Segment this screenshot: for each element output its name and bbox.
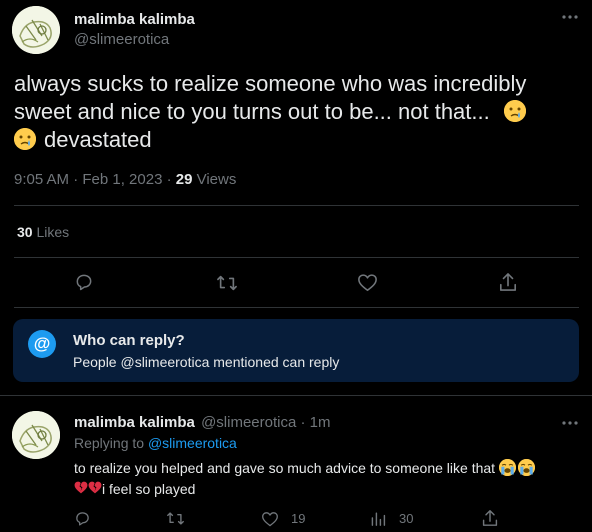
author-handle[interactable]: @slimeerotica bbox=[74, 31, 169, 48]
divider bbox=[14, 307, 579, 308]
tweet-timestamp[interactable]: 9:05 AM · Feb 1, 2023 · 29 Views bbox=[14, 171, 236, 188]
author-name[interactable]: malimba kalimba bbox=[74, 11, 195, 28]
who-can-reply-subtitle: People @slimeerotica mentioned can reply bbox=[73, 354, 340, 370]
likes-label: Likes bbox=[32, 224, 70, 240]
tweet-text-line: devastated bbox=[14, 126, 579, 154]
reply-text-line: i feel so played bbox=[74, 479, 584, 500]
reply-more-icon[interactable] bbox=[561, 420, 579, 426]
reply-author-name[interactable]: malimba kalimba bbox=[74, 414, 195, 431]
replying-to-link[interactable]: @slimeerotica bbox=[148, 435, 237, 451]
like-icon[interactable] bbox=[357, 273, 378, 292]
more-icon[interactable] bbox=[561, 14, 579, 20]
who-can-reply-title: Who can reply? bbox=[73, 332, 185, 349]
reply-like-icon[interactable] bbox=[261, 511, 279, 527]
who-can-reply-card: @ Who can reply? People @slimeerotica me… bbox=[13, 319, 579, 382]
reply-views-icon[interactable] bbox=[370, 510, 386, 526]
divider bbox=[14, 205, 579, 206]
tweet-text-line: always sucks to realize someone who was … bbox=[14, 71, 527, 96]
reply-text-line-part: i feel so played bbox=[102, 481, 196, 497]
loudly-crying-face-emoji bbox=[498, 459, 516, 476]
divider bbox=[0, 395, 592, 396]
at-icon: @ bbox=[28, 330, 56, 358]
reply-author-handle[interactable]: @slimeerotica bbox=[201, 414, 296, 431]
likes-stat[interactable]: 30 Likes bbox=[17, 224, 69, 240]
views-count: 29 bbox=[175, 171, 193, 188]
reply-views-count: 30 bbox=[399, 511, 414, 526]
reply-like-count: 19 bbox=[291, 511, 306, 526]
loudly-crying-face-emoji bbox=[517, 459, 535, 476]
tweet-time[interactable]: 9:05 AM · Feb 1, 2023 · bbox=[14, 171, 176, 188]
tweet-text-line-part: sweet and nice to you turns out to be...… bbox=[14, 99, 490, 124]
replying-to: Replying to @slimeerotica bbox=[74, 435, 237, 451]
avatar[interactable] bbox=[12, 6, 60, 54]
tweet-text-line-part: devastated bbox=[44, 127, 152, 152]
divider bbox=[14, 257, 579, 258]
reply-text-line: to realize you helped and gave so much a… bbox=[74, 458, 584, 478]
crying-face-emoji bbox=[14, 128, 36, 150]
broken-heart-emoji bbox=[88, 480, 102, 500]
views-label: Views bbox=[192, 171, 237, 188]
reply-time[interactable]: · 1m bbox=[301, 414, 331, 431]
retweet-icon[interactable] bbox=[216, 273, 238, 293]
reply-text: to realize you helped and gave so much a… bbox=[74, 458, 584, 500]
crying-face-emoji bbox=[503, 100, 526, 122]
share-icon[interactable] bbox=[499, 272, 517, 292]
reply-icon[interactable] bbox=[74, 272, 94, 292]
replying-to-prefix: Replying to bbox=[74, 435, 148, 451]
reply-header: malimba kalimba @slimeerotica · 1m bbox=[74, 414, 331, 431]
reply-text-line-part: to realize you helped and gave so much a… bbox=[74, 460, 496, 476]
reply-share-icon[interactable] bbox=[482, 509, 498, 527]
reply-avatar[interactable] bbox=[12, 411, 60, 459]
broken-heart-emoji bbox=[74, 480, 88, 500]
likes-count: 30 bbox=[17, 224, 33, 240]
tweet-text: always sucks to realize someone who was … bbox=[14, 70, 579, 154]
reply-reply-icon[interactable] bbox=[74, 510, 91, 527]
reply-retweet-icon[interactable] bbox=[166, 510, 185, 527]
tweet-text-line: sweet and nice to you turns out to be...… bbox=[14, 98, 579, 126]
